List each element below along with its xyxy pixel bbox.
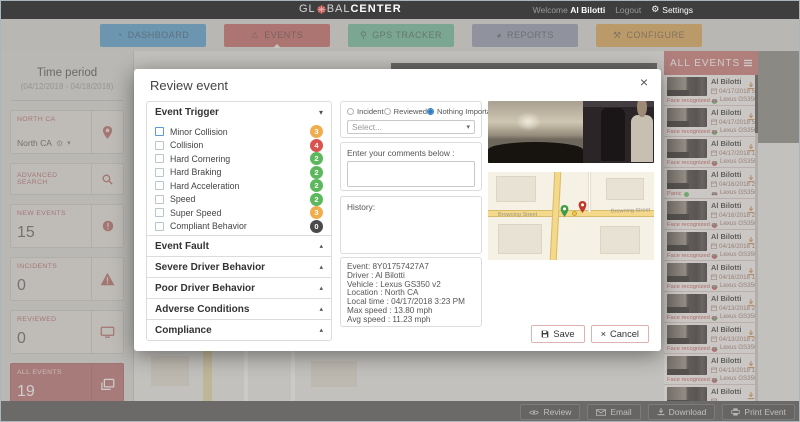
cabin-view — [582, 101, 654, 163]
logout-link[interactable]: Logout — [615, 5, 641, 15]
trigger-list: Minor Collision 3 Collision 4 Hard Corne — [147, 123, 331, 235]
logo: GL BAL CENTER — [299, 3, 402, 15]
cancel-button[interactable]: × Cancel — [590, 325, 649, 343]
trigger-count-badge: 3 — [310, 125, 323, 139]
map-road-minor — [588, 172, 591, 212]
review-radio-group: Incident Reviewed Nothing Important — [347, 107, 497, 116]
accordion-sections: Event Fault Severe Driver Behavior Poor … — [147, 235, 331, 340]
trigger-count-badge: 2 — [310, 192, 323, 206]
map-block — [496, 176, 536, 202]
radio-circle[interactable] — [383, 108, 391, 115]
radio-option[interactable]: Nothing Important — [426, 107, 497, 116]
start-pin-icon[interactable] — [560, 205, 569, 217]
trigger-label: Minor Collision — [170, 126, 228, 137]
review-status-box: Incident Reviewed Nothing Important Sele… — [340, 101, 497, 138]
history-label: History: — [347, 202, 376, 212]
accordion-section[interactable]: Compliance — [147, 319, 331, 340]
driver — [631, 101, 653, 162]
trigger-row[interactable]: Super Speed 3 — [155, 206, 323, 220]
trigger-count-badge: 2 — [310, 152, 323, 166]
globe-icon — [317, 4, 326, 14]
map-block — [600, 226, 640, 254]
settings-link[interactable]: ⚙ Settings — [651, 4, 693, 15]
save-icon — [542, 330, 549, 338]
logo-text-pre: GL — [299, 3, 316, 15]
radio-option[interactable]: Incident — [347, 107, 384, 116]
checkbox[interactable] — [155, 127, 164, 137]
map-block — [606, 178, 644, 200]
trigger-row[interactable]: Collision 4 — [155, 138, 323, 153]
event-details-box: Event: 8Y01757427A7 Driver : Al Bilotti Ve… — [340, 257, 482, 327]
trigger-row[interactable]: Speed 2 — [155, 192, 323, 207]
checkbox[interactable] — [155, 194, 164, 204]
checkbox[interactable] — [155, 167, 164, 177]
checkbox[interactable] — [155, 154, 164, 164]
checkbox[interactable] — [155, 140, 164, 150]
checkbox[interactable] — [155, 208, 164, 218]
end-pin-icon[interactable] — [578, 201, 587, 213]
event-location-map[interactable]: Browning Street Browning Street — [488, 172, 654, 260]
trigger-count-badge: 2 — [310, 179, 323, 193]
trigger-label: Super Speed — [170, 207, 222, 218]
trigger-count-badge: 2 — [310, 165, 323, 179]
accordion-section[interactable]: Poor Driver Behavior — [147, 277, 331, 298]
trigger-accordion-panel: Event Trigger Minor Collision 3 Collisio… — [146, 101, 332, 341]
review-event-modal: Review event × Event Trigger Minor Colli… — [134, 69, 661, 351]
trigger-label: Hard Braking — [170, 167, 222, 178]
event-detail-line: Avg speed : 11.23 mph — [347, 314, 431, 324]
trigger-label: Speed — [170, 194, 196, 205]
modal-title: Review event — [150, 78, 229, 93]
radio-circle[interactable] — [426, 108, 434, 115]
trigger-count-badge: 4 — [310, 138, 323, 152]
radio-circle[interactable] — [347, 108, 354, 115]
logo-text-bold: CENTER — [350, 3, 402, 15]
cancel-x-icon: × — [600, 329, 607, 339]
trigger-row[interactable]: Hard Acceleration 2 — [155, 179, 323, 193]
trigger-count-badge: 0 — [310, 219, 323, 233]
app-window: GL BAL CENTER Welcome Al Bilotti Logout ⚙… — [0, 0, 800, 422]
gear-icon: ⚙ — [651, 4, 660, 14]
trigger-count-badge: 3 — [310, 206, 323, 220]
trigger-row[interactable]: Compliant Behavior 0 — [155, 219, 323, 234]
accordion-section[interactable]: Event Fault — [147, 235, 331, 256]
username: Al Bilotti — [570, 4, 606, 15]
waypoint-dot — [572, 211, 577, 216]
trigger-label: Hard Acceleration — [170, 180, 240, 191]
seat — [601, 108, 626, 161]
history-box: History: — [340, 196, 482, 254]
checkbox[interactable] — [155, 181, 164, 191]
comments-box: Enter your comments below : — [340, 142, 482, 191]
trigger-label: Collision — [170, 140, 204, 151]
top-bar: GL BAL CENTER Welcome Al Bilotti Logout ⚙… — [1, 1, 799, 19]
street-label: Browning Street — [498, 212, 538, 218]
accordion-section[interactable]: Severe Driver Behavior — [147, 256, 331, 277]
trigger-row[interactable]: Hard Braking 2 — [155, 165, 323, 180]
save-button[interactable]: Save — [531, 325, 585, 343]
radio-option[interactable]: Reviewed — [383, 107, 427, 116]
accordion-section[interactable]: Adverse Conditions — [147, 298, 331, 319]
trigger-label: Compliant Behavior — [170, 221, 247, 232]
category-select[interactable]: Select... — [347, 120, 475, 134]
comments-textarea[interactable] — [347, 161, 475, 187]
trigger-row[interactable]: Hard Cornering 2 — [155, 152, 323, 166]
map-block — [498, 224, 542, 254]
trigger-row[interactable]: Minor Collision 3 — [155, 125, 323, 139]
checkbox[interactable] — [155, 221, 164, 231]
event-trigger-header[interactable]: Event Trigger — [147, 102, 331, 123]
dashcam-video-thumbnail[interactable] — [488, 101, 654, 163]
road-view — [488, 101, 583, 163]
welcome-text: Welcome Al Bilotti — [532, 4, 606, 15]
close-icon[interactable]: × — [640, 74, 648, 90]
trigger-label: Hard Cornering — [170, 153, 231, 164]
logo-text-mid: BAL — [326, 3, 351, 15]
comments-label: Enter your comments below : — [347, 148, 455, 158]
